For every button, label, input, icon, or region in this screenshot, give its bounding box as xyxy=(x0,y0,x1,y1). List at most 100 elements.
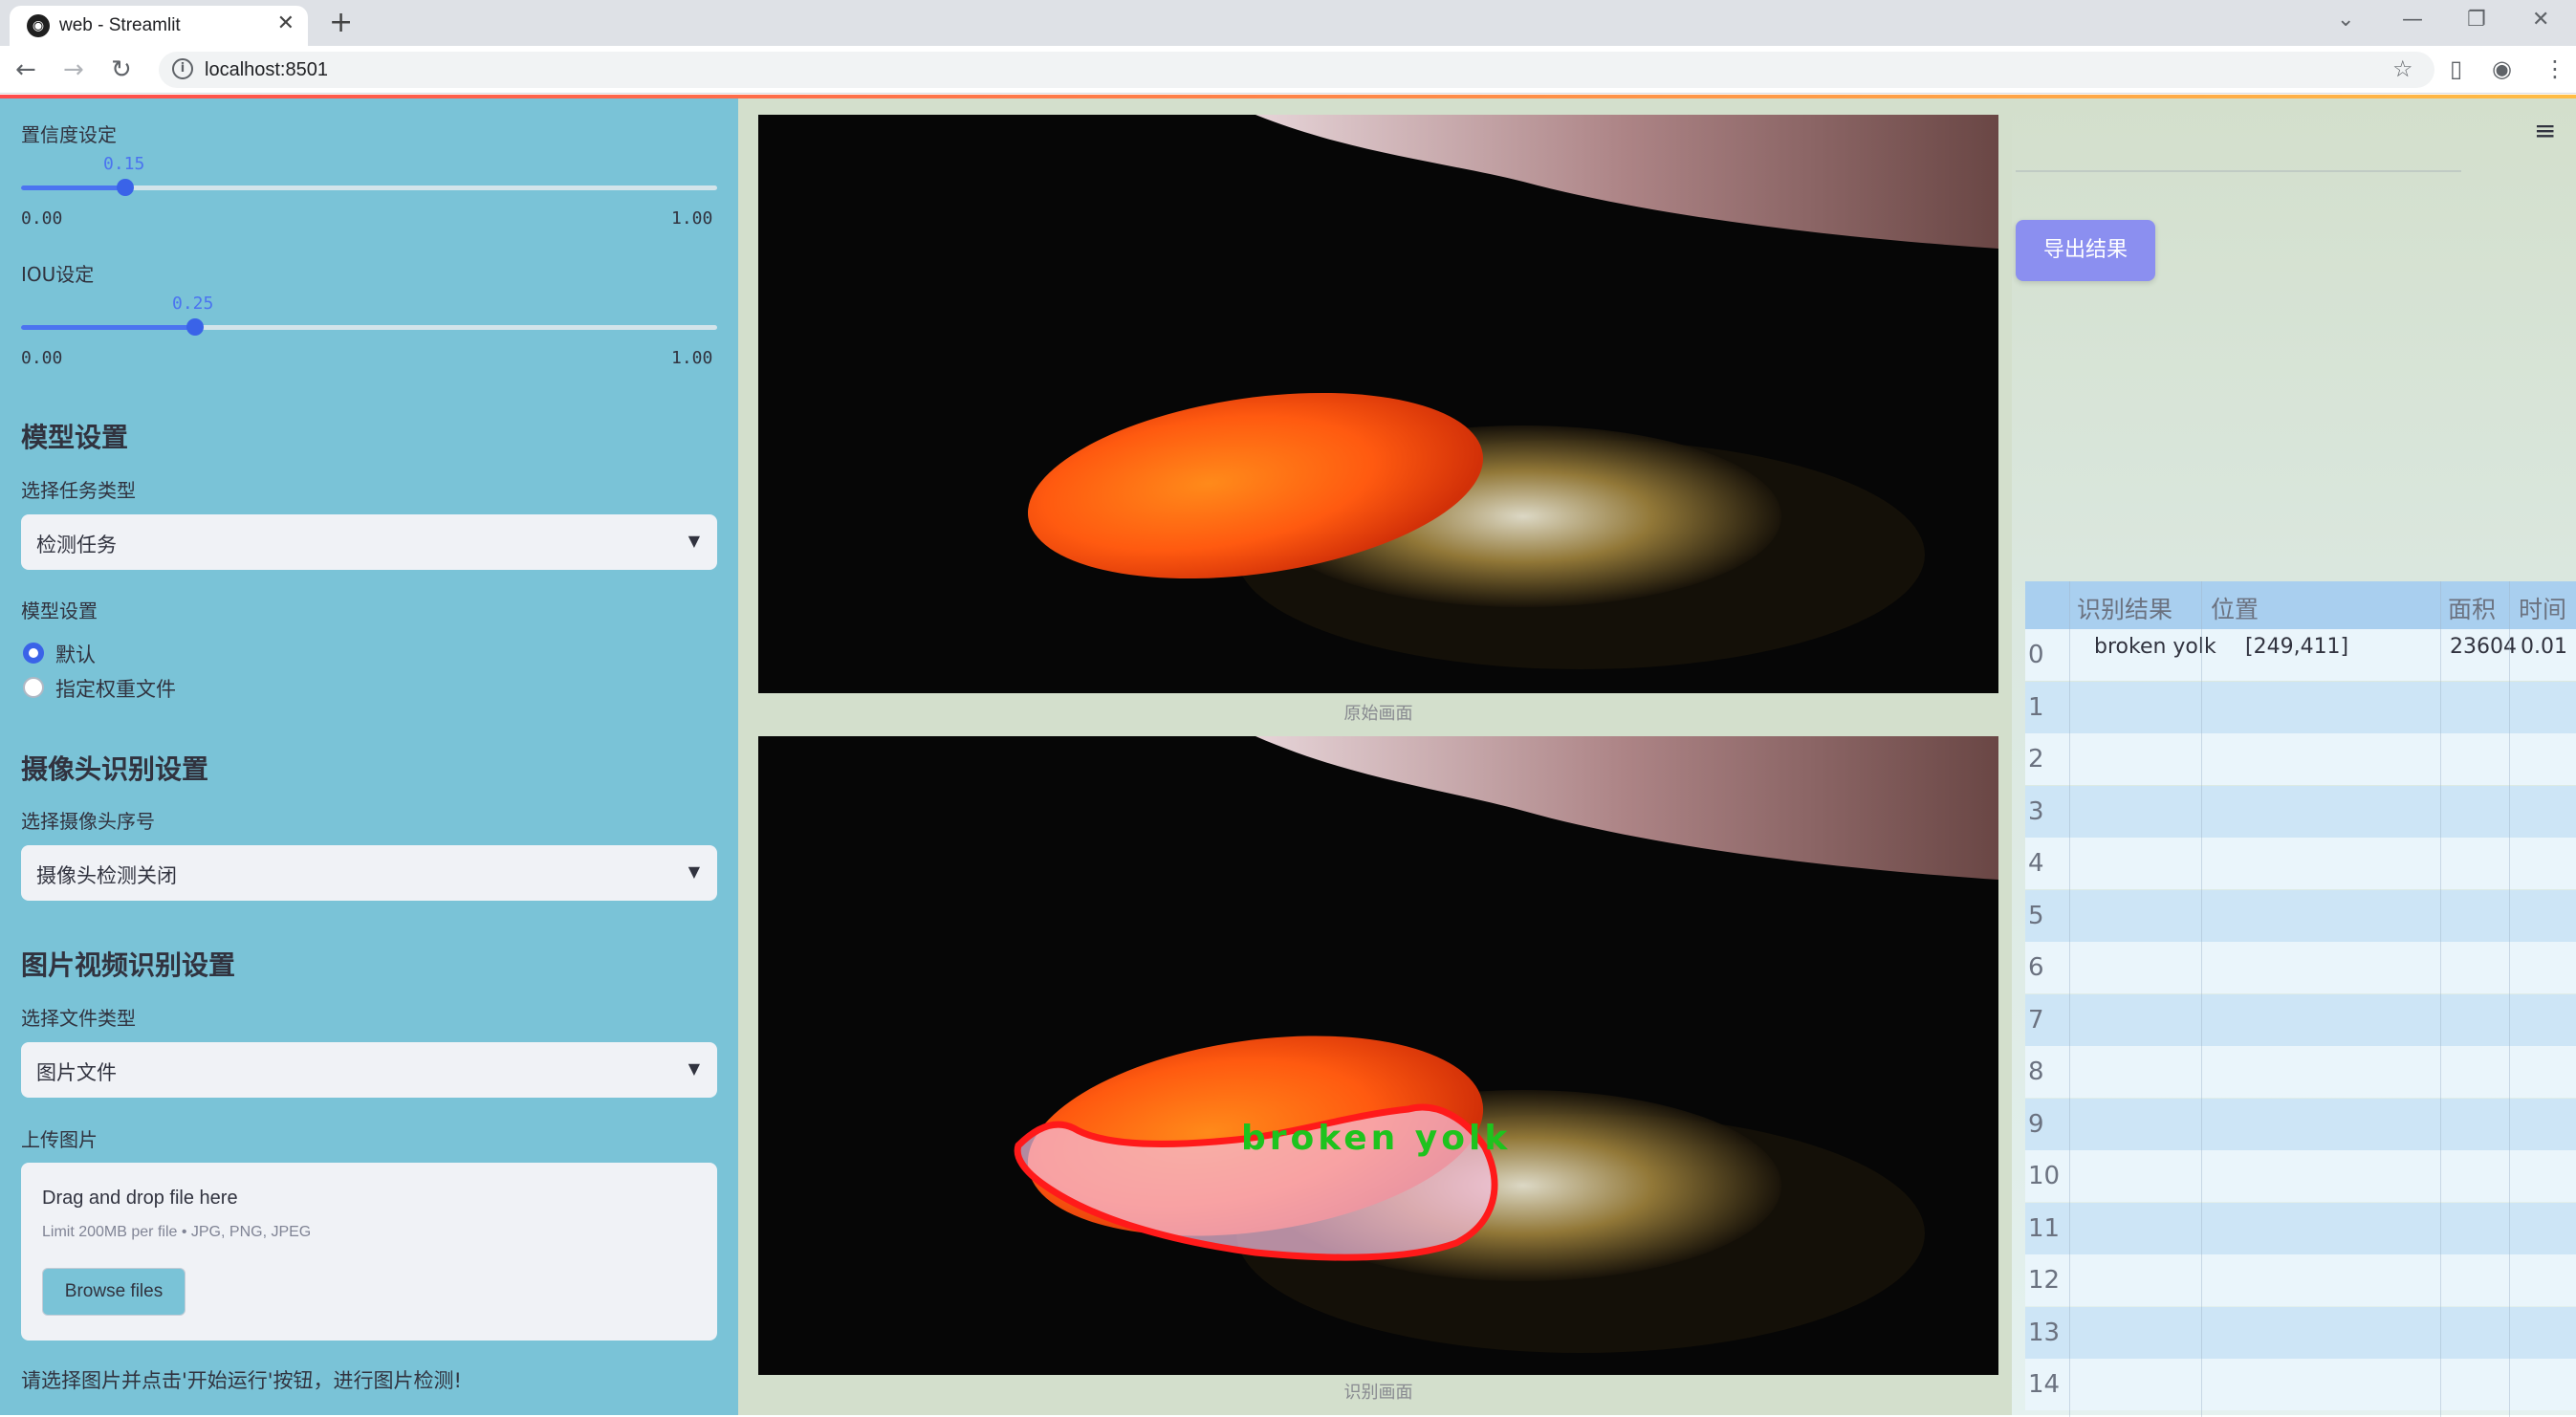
header-time[interactable]: 时间 xyxy=(2519,591,2566,625)
browser-tab-bar: ◉ web - Streamlit ✕ + ⌄ — ❐ ✕ xyxy=(0,0,2576,46)
tab-search-icon[interactable]: ⌄ xyxy=(2337,8,2354,32)
table-row[interactable]: 7 xyxy=(2025,993,2576,1046)
chevron-down-icon: ▼ xyxy=(688,862,700,881)
result-image: broken yolk xyxy=(758,736,1998,1375)
iou-max: 1.00 xyxy=(671,348,713,368)
iou-min: 0.00 xyxy=(21,348,63,368)
table-row[interactable]: 3 xyxy=(2025,785,2576,838)
table-row[interactable]: 6 xyxy=(2025,942,2576,993)
iou-slider[interactable] xyxy=(21,318,717,336)
iou-slider-fill xyxy=(21,325,195,330)
restore-icon[interactable]: ❐ xyxy=(2467,8,2486,32)
task-type-select[interactable]: 检测任务 ▼ xyxy=(21,514,717,570)
row-index: 0 xyxy=(2028,641,2044,669)
bookmark-star-icon[interactable]: ☆ xyxy=(2392,55,2413,82)
confidence-slider[interactable] xyxy=(21,179,717,196)
original-caption: 原始画面 xyxy=(1343,704,1413,724)
column-divider xyxy=(2440,581,2441,1417)
file-type-select[interactable]: 图片文件 ▼ xyxy=(21,1042,717,1098)
header-area[interactable]: 面积 xyxy=(2448,591,2496,625)
chevron-down-icon: ▼ xyxy=(688,1059,700,1078)
table-row[interactable]: 9 xyxy=(2025,1098,2576,1150)
row-index: 4 xyxy=(2028,849,2044,878)
browser-tab[interactable]: ◉ web - Streamlit ✕ xyxy=(10,6,308,46)
forward-icon[interactable]: → xyxy=(63,55,84,84)
radio-default[interactable] xyxy=(23,643,44,664)
streamlit-favicon-icon: ◉ xyxy=(27,14,50,37)
table-row[interactable]: 13 xyxy=(2025,1306,2576,1359)
media-settings-title: 图片视频识别设置 xyxy=(21,949,236,981)
divider xyxy=(2016,170,2461,172)
row-index: 14 xyxy=(2028,1370,2061,1399)
original-image xyxy=(758,115,1998,693)
hamburger-menu-icon[interactable]: ≡ xyxy=(2534,115,2556,146)
radio-default-label[interactable]: 默认 xyxy=(55,640,96,668)
file-uploader-dropzone[interactable]: Drag and drop file here Limit 200MB per … xyxy=(21,1163,717,1341)
minimize-icon[interactable]: — xyxy=(2402,8,2423,32)
header-result[interactable]: 识别结果 xyxy=(2077,591,2172,625)
tab-close-icon[interactable]: ✕ xyxy=(277,11,295,35)
cell-result: broken yolk xyxy=(2094,635,2216,659)
iou-label: IOU设定 xyxy=(21,263,95,286)
camera-index-label: 选择摄像头序号 xyxy=(21,810,155,833)
detection-label: broken yolk xyxy=(1241,1119,1511,1158)
result-caption: 识别画面 xyxy=(1343,1383,1413,1403)
row-index: 10 xyxy=(2028,1162,2061,1190)
address-bar: ← → ↻ i localhost:8501 ☆ ▯ ◉ ⋮ xyxy=(0,46,2576,94)
confidence-value: 0.15 xyxy=(103,154,145,174)
model-settings-title: 模型设置 xyxy=(21,422,129,453)
row-index: 13 xyxy=(2028,1318,2061,1347)
table-row[interactable]: 4 xyxy=(2025,838,2576,889)
confidence-slider-fill xyxy=(21,185,126,190)
header-position[interactable]: 位置 xyxy=(2211,591,2259,625)
iou-slider-thumb[interactable] xyxy=(186,318,204,336)
camera-settings-title: 摄像头识别设置 xyxy=(21,753,209,785)
more-menu-icon[interactable]: ⋮ xyxy=(2543,55,2566,82)
browse-files-button[interactable]: Browse files xyxy=(42,1268,186,1316)
file-type-label: 选择文件类型 xyxy=(21,1007,136,1030)
new-tab-icon[interactable]: + xyxy=(329,6,353,39)
row-index: 12 xyxy=(2028,1266,2061,1295)
tab-title: web - Streamlit xyxy=(59,15,181,35)
radio-custom-weights-label[interactable]: 指定权重文件 xyxy=(55,674,176,703)
table-row[interactable]: 8 xyxy=(2025,1046,2576,1098)
camera-index-select[interactable]: 摄像头检测关闭 ▼ xyxy=(21,845,717,901)
close-window-icon[interactable]: ✕ xyxy=(2532,8,2549,32)
site-info-icon[interactable]: i xyxy=(172,58,193,79)
table-row[interactable]: 12 xyxy=(2025,1254,2576,1306)
table-row[interactable]: 2 xyxy=(2025,733,2576,785)
export-results-button[interactable]: 导出结果 xyxy=(2016,220,2155,281)
original-image-graphic xyxy=(758,115,1998,693)
radio-custom-weights[interactable] xyxy=(23,677,44,698)
table-row[interactable]: 5 xyxy=(2025,889,2576,942)
cell-area: 23604 xyxy=(2450,635,2517,659)
table-row[interactable]: 1 xyxy=(2025,681,2576,733)
confidence-label: 置信度设定 xyxy=(21,123,117,146)
chevron-down-icon: ▼ xyxy=(688,532,700,550)
row-index: 11 xyxy=(2028,1213,2061,1243)
profile-icon[interactable]: ◉ xyxy=(2492,55,2512,82)
back-icon[interactable]: ← xyxy=(15,55,36,84)
row-index: 5 xyxy=(2028,901,2044,930)
instruction-text: 请选择图片并点击'开始运行'按钮，进行图片检测! xyxy=(21,1369,462,1392)
row-index: 1 xyxy=(2028,692,2044,722)
row-index: 7 xyxy=(2028,1005,2044,1035)
reload-icon[interactable]: ↻ xyxy=(111,55,132,84)
url-field[interactable]: i localhost:8501 xyxy=(159,52,2434,88)
dropzone-limit: Limit 200MB per file • JPG, PNG, JPEG xyxy=(42,1224,312,1240)
model-label: 模型设置 xyxy=(21,600,98,622)
table-row[interactable]: 14 xyxy=(2025,1359,2576,1410)
side-panel-icon[interactable]: ▯ xyxy=(2450,55,2462,82)
task-type-value: 检测任务 xyxy=(36,534,117,556)
table-row[interactable]: 10 xyxy=(2025,1150,2576,1202)
row-index: 3 xyxy=(2028,796,2044,826)
table-row[interactable]: 0 broken yolk [249,411] 23604 0.01 xyxy=(2025,629,2576,681)
table-header: 识别结果 位置 面积 时间 xyxy=(2025,581,2576,629)
cell-position: [249,411] xyxy=(2245,635,2349,659)
confidence-min: 0.00 xyxy=(21,208,63,229)
confidence-max: 1.00 xyxy=(671,208,713,229)
row-index: 6 xyxy=(2028,953,2044,982)
file-type-value: 图片文件 xyxy=(36,1061,117,1084)
url-text: localhost:8501 xyxy=(205,59,328,80)
table-row[interactable]: 11 xyxy=(2025,1202,2576,1254)
